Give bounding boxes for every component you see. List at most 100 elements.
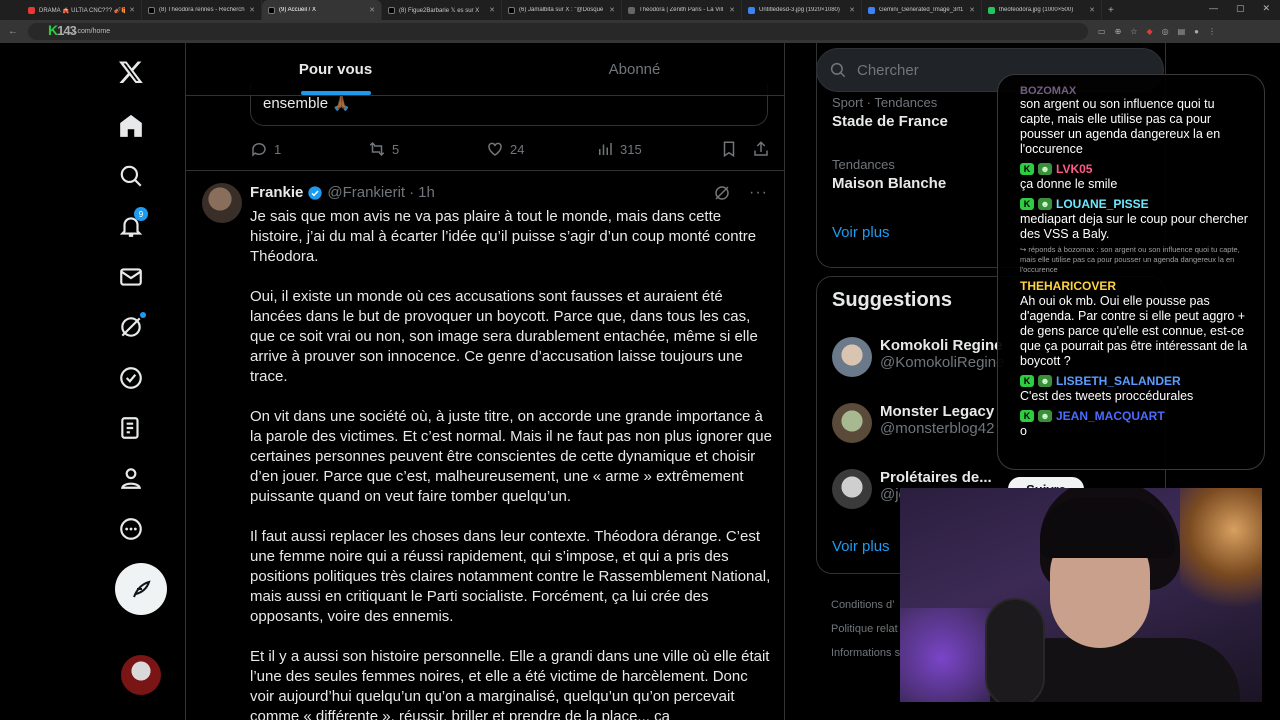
footer-link-terms[interactable]: Conditions d’ <box>831 593 900 617</box>
browser-tab[interactable]: (6) Jamalbita sur X : "@Dosque ✕ <box>502 0 622 20</box>
suggestion-name: Monster Legacy <box>880 403 995 420</box>
account-avatar[interactable] <box>121 655 161 695</box>
browser-menu-icon[interactable]: ⋮ <box>1208 27 1216 36</box>
x-logo-icon[interactable] <box>116 57 146 87</box>
browser-tab[interactable]: (8) Figue2Barbarie 𝕏 es sur X ✕ <box>382 0 502 20</box>
browser-tab[interactable]: Theodora | Zénith Paris - La Vill ✕ <box>622 0 742 20</box>
tab-favicon-icon <box>748 6 755 14</box>
reply-button[interactable]: 1 <box>250 140 368 158</box>
feather-icon <box>133 580 151 598</box>
tab-abonne[interactable]: Abonné <box>485 43 784 95</box>
tab-favicon-icon <box>148 6 155 14</box>
notifications-badge: 9 <box>134 207 148 221</box>
browser-tab[interactable]: (9) Accueil / X ✕ <box>262 0 382 20</box>
browser-tab[interactable]: Untitledesd-3.jpg (1920×1080) ✕ <box>742 0 862 20</box>
suggestion-avatar[interactable] <box>832 337 872 377</box>
extension-icon[interactable]: ◆ <box>1146 27 1152 36</box>
tab-close-icon[interactable]: ✕ <box>729 6 735 14</box>
url-text: x.com/home <box>72 28 111 35</box>
browser-tab[interactable]: theofeodora.jpg (1000×500) ✕ <box>982 0 1102 20</box>
chat-message: K ☻ LVK05 ça donne le smile <box>1020 160 1248 192</box>
tab-pour-vous[interactable]: Pour vous <box>186 43 485 95</box>
chat-message-text: mediapart deja sur le coup pour chercher… <box>1020 212 1248 241</box>
extension-icon[interactable]: ◎ <box>1162 27 1169 36</box>
profile-person-icon[interactable] <box>116 463 146 493</box>
browser-tab[interactable]: Gemini_Generated_Image_3rf1 ✕ <box>862 0 982 20</box>
minimize-button[interactable]: — <box>1209 3 1218 14</box>
tweet-paragraph: Je sais que mon avis ne va pas plaire à … <box>250 208 757 265</box>
analytics-bars-icon <box>599 143 612 155</box>
profile-icon[interactable]: ● <box>1194 27 1199 36</box>
notifications-bell-icon[interactable]: 9 <box>116 207 148 241</box>
lists-icon[interactable] <box>116 413 146 443</box>
tab-title: Untitledesd-3.jpg (1920×1080) <box>759 7 840 13</box>
subscriber-badge-icon: ☻ <box>1038 197 1052 210</box>
views-button[interactable]: 315 <box>596 140 716 158</box>
share-icon[interactable] <box>752 140 770 158</box>
messages-envelope-icon[interactable] <box>116 262 146 292</box>
tweet-paragraph: Oui, il existe un monde où ces accusatio… <box>250 288 758 385</box>
cast-icon[interactable]: ▭ <box>1098 27 1106 36</box>
home-icon[interactable] <box>116 111 146 141</box>
chat-username-row: K ☻ LVK05 <box>1020 160 1248 177</box>
tab-close-icon[interactable]: ✕ <box>1089 6 1095 14</box>
suggestion-handle: @KomokoliRegine <box>880 354 1005 371</box>
footer-link-policy[interactable]: Politique relat <box>831 617 900 641</box>
trends-show-more-link[interactable]: Voir plus <box>832 224 890 241</box>
tweet-time[interactable]: 1h <box>418 184 435 201</box>
tab-close-icon[interactable]: ✕ <box>369 6 375 14</box>
tab-title: DRAMA 🎪 ULTIA CNC??? 🎻🎁🎈 <box>39 7 125 14</box>
post-divider <box>186 170 784 171</box>
maximize-button[interactable]: ▢ <box>1236 3 1245 14</box>
tab-close-icon[interactable]: ✕ <box>249 6 255 14</box>
tab-title: (8) Figue2Barbarie 𝕏 es sur X <box>399 7 480 14</box>
address-bar[interactable]: K143 x.com/home <box>28 22 1088 40</box>
verified-badge-icon[interactable] <box>116 363 146 393</box>
heart-icon <box>488 142 502 156</box>
more-menu-icon[interactable]: ··· <box>749 184 768 202</box>
extension-icon[interactable]: ▤ <box>1178 27 1186 36</box>
trend-item[interactable]: Sport · Tendances Stade de France <box>832 95 948 130</box>
tab-close-icon[interactable]: ✕ <box>849 6 855 14</box>
browser-tab[interactable]: DRAMA 🎪 ULTIA CNC??? 🎻🎁🎈 ✕ <box>22 0 142 20</box>
chat-message-list: son argent ou son influence quoi tu capt… <box>1020 97 1248 439</box>
reply-icon <box>252 143 266 157</box>
bookmark-star-icon[interactable]: ☆ <box>1130 27 1137 36</box>
back-button[interactable]: ← <box>8 26 18 37</box>
suggestions-show-more-link[interactable]: Voir plus <box>832 538 890 555</box>
compose-post-button[interactable] <box>115 563 167 615</box>
bookmark-icon[interactable] <box>720 140 738 158</box>
footer-link-info[interactable]: Informations s <box>831 641 900 665</box>
more-options-icon[interactable] <box>116 514 146 544</box>
chat-username-row: K ☻ LOUANE_PISSE <box>1020 195 1248 212</box>
tab-close-icon[interactable]: ✕ <box>489 6 495 14</box>
address-bar-row: ← K143 x.com/home ▭ ⊕ ☆ ◆ ◎ ▤ ● ⋮ <box>0 20 1280 43</box>
background-lamp <box>1180 488 1262 628</box>
grok-icon[interactable] <box>116 312 146 342</box>
tweet-author-avatar[interactable] <box>202 183 242 223</box>
suggestion-avatar[interactable] <box>832 469 872 509</box>
post-extra-actions <box>720 140 770 158</box>
close-window-button[interactable]: ✕ <box>1262 3 1270 14</box>
trend-item[interactable]: Tendances Maison Blanche <box>832 157 946 192</box>
tab-close-icon[interactable]: ✕ <box>969 6 975 14</box>
suggestion-avatar[interactable] <box>832 403 872 443</box>
browser-tab[interactable]: (8) Theodora rennes - Recherch ✕ <box>142 0 262 20</box>
search-icon[interactable] <box>116 161 146 191</box>
new-tab-button[interactable]: + <box>1108 5 1114 16</box>
tab-close-icon[interactable]: ✕ <box>129 6 135 14</box>
tab-title: Theodora | Zénith Paris - La Vill <box>639 7 724 13</box>
repost-button[interactable]: 5 <box>368 140 486 158</box>
trend-meta: Tendances <box>832 157 895 172</box>
author-handle[interactable]: @Frankierit <box>327 184 405 201</box>
tweet-text: Je sais que mon avis ne va pas plaire à … <box>250 207 772 720</box>
tab-close-icon[interactable]: ✕ <box>609 6 615 14</box>
kick-badge-icon: K <box>1020 197 1034 210</box>
zoom-icon[interactable]: ⊕ <box>1115 27 1122 36</box>
tab-favicon-icon <box>28 6 35 14</box>
like-count: 24 <box>510 141 525 157</box>
like-button[interactable]: 24 <box>486 140 596 158</box>
author-name[interactable]: Frankie <box>250 184 303 201</box>
grok-icon[interactable] <box>713 184 731 202</box>
subscriber-badge-icon: ☻ <box>1038 162 1052 175</box>
